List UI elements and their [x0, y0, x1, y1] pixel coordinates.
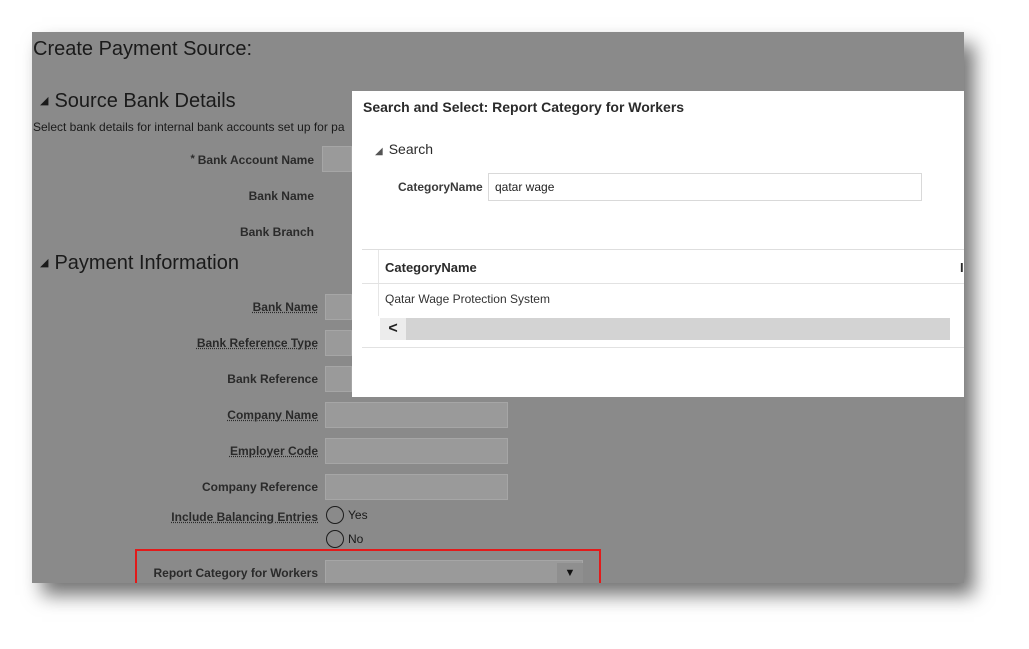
bank-reference-label: Bank Reference: [227, 372, 318, 386]
bank-reference-field[interactable]: [325, 366, 352, 392]
bank-reference-type-label: Bank Reference Type: [196, 336, 318, 350]
source-bank-heading: Source Bank Details: [54, 90, 236, 112]
triangle-collapse-icon: ◢: [40, 257, 49, 269]
table-row[interactable]: Qatar Wage Protection System: [385, 292, 550, 306]
source-bank-name-label: Bank Name: [248, 189, 314, 203]
source-bank-section-header[interactable]: ◢ Source Bank Details: [40, 90, 236, 113]
source-bank-note: Select bank details for internal bank ac…: [33, 120, 345, 134]
payment-info-heading: Payment Information: [54, 252, 239, 274]
app-window: Create Payment Source: ◢ Source Bank Deta…: [32, 32, 964, 583]
triangle-collapse-icon: ◢: [40, 95, 49, 107]
triangle-collapse-icon: ◢: [375, 146, 383, 157]
dialog-title: Search and Select: Report Category for W…: [363, 99, 685, 115]
radio-no[interactable]: [326, 530, 344, 548]
bank-name-field[interactable]: [325, 294, 352, 320]
bank-reference-type-field[interactable]: [325, 330, 352, 356]
required-indicator: *: [190, 153, 195, 165]
company-reference-field[interactable]: [325, 474, 508, 500]
payment-info-section-header[interactable]: ◢ Payment Information: [40, 252, 239, 275]
radio-no-label: No: [348, 532, 364, 546]
column-header-next[interactable]: I: [960, 260, 964, 275]
chevron-left-icon[interactable]: <: [380, 318, 406, 340]
column-header-category-name[interactable]: CategoryName: [385, 260, 477, 275]
company-name-label: Company Name: [227, 408, 318, 422]
include-balancing-entries-label: Include Balancing Entries: [171, 510, 318, 524]
page-title: Create Payment Source:: [33, 38, 252, 60]
bank-branch-label: Bank Branch: [239, 225, 314, 239]
employer-code-field[interactable]: [325, 438, 508, 464]
search-select-dialog: Search and Select: Report Category for W…: [352, 91, 964, 397]
category-name-label: CategoryName: [398, 180, 483, 194]
bank-name-label: Bank Name: [252, 300, 318, 314]
bank-account-name-field[interactable]: [322, 146, 352, 172]
company-name-field[interactable]: [325, 402, 508, 428]
company-reference-label: Company Reference: [201, 480, 318, 494]
grid-border: [362, 283, 964, 284]
search-section-header[interactable]: ◢ Search: [375, 141, 433, 157]
highlight-box: [135, 549, 601, 583]
bank-account-name-label: * Bank Account Name: [190, 153, 314, 167]
horizontal-scrollbar[interactable]: [406, 318, 950, 340]
radio-yes-label: Yes: [348, 508, 368, 522]
employer-code-label: Employer Code: [229, 444, 318, 458]
grid-border: [362, 347, 964, 348]
radio-yes[interactable]: [326, 506, 344, 524]
category-name-input[interactable]: qatar wage: [488, 173, 922, 201]
grid-border: [362, 249, 964, 250]
